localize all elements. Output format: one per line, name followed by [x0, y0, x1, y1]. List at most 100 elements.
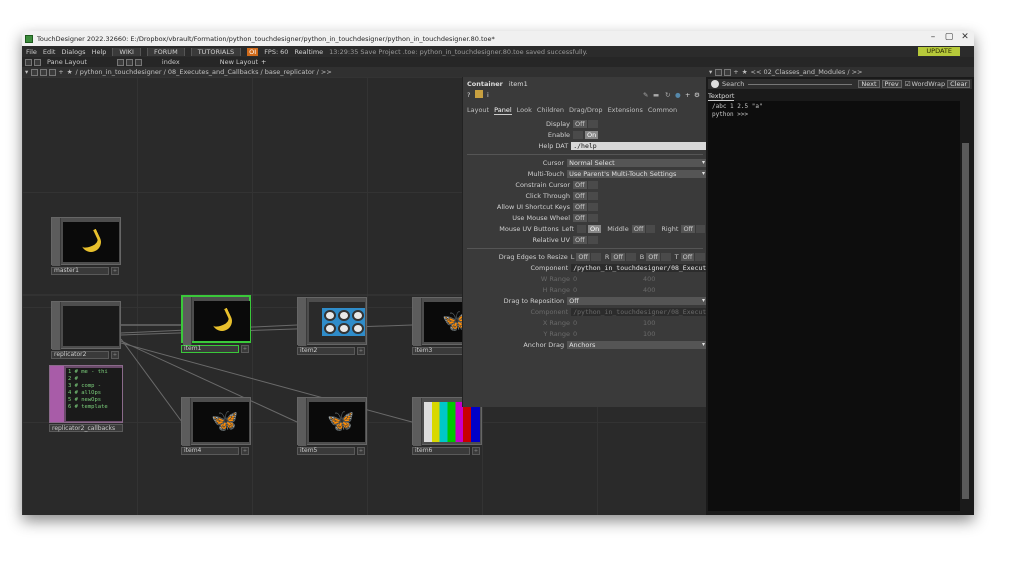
- textport-tab[interactable]: Textport: [708, 92, 735, 101]
- node-label[interactable]: master1: [51, 267, 109, 275]
- h-range-min[interactable]: 0: [573, 286, 643, 294]
- tab-look[interactable]: Look: [517, 106, 532, 115]
- node-flag-icon[interactable]: +: [111, 351, 119, 359]
- update-button[interactable]: UPDATE: [918, 47, 960, 56]
- node-flag-icon[interactable]: +: [111, 267, 119, 275]
- forum-button[interactable]: FORUM: [146, 47, 185, 56]
- viewer-icon[interactable]: [715, 68, 723, 76]
- prev-button[interactable]: Prev: [881, 80, 902, 88]
- cursor-menu[interactable]: Normal Select: [567, 158, 707, 167]
- node-flag-icon[interactable]: +: [241, 447, 249, 455]
- node-flag-icon[interactable]: +: [472, 447, 480, 455]
- add-layout-icon[interactable]: +: [261, 58, 266, 66]
- middle-uv-toggle[interactable]: Off: [631, 224, 646, 233]
- node-label[interactable]: item4: [181, 447, 239, 455]
- display-toggle[interactable]: Off: [573, 119, 587, 128]
- tab-children[interactable]: Children: [537, 106, 564, 115]
- op-icon[interactable]: [475, 90, 483, 98]
- enable-toggle[interactable]: On: [585, 130, 599, 139]
- tab-extensions[interactable]: Extensions: [608, 106, 643, 115]
- drag-edge-r-toggle[interactable]: Off: [611, 252, 625, 261]
- click-through-toggle[interactable]: Off: [573, 191, 587, 200]
- node-flag-icon[interactable]: +: [357, 447, 365, 455]
- maximize-button[interactable]: ▢: [942, 32, 956, 42]
- pane-layout-label[interactable]: Pane Layout: [47, 58, 87, 66]
- textport-scrollbar[interactable]: [962, 143, 969, 499]
- add-icon[interactable]: +: [685, 91, 690, 99]
- anchor-drag-menu[interactable]: Anchors: [567, 340, 707, 349]
- w-range-max[interactable]: 400: [643, 275, 655, 283]
- node-item2[interactable]: item2 +: [297, 297, 367, 355]
- add-icon[interactable]: +: [733, 68, 738, 76]
- node-master1[interactable]: master1 +: [51, 217, 121, 275]
- settings-icon[interactable]: ⚙: [694, 91, 700, 99]
- x-range-max[interactable]: 100: [643, 319, 655, 327]
- tab-drag-drop[interactable]: Drag/Drop: [569, 106, 603, 115]
- wordwrap-checkbox[interactable]: ☑: [905, 80, 911, 88]
- drag-edge-t-toggle[interactable]: Off: [680, 252, 695, 261]
- refresh-icon[interactable]: ↻: [665, 91, 670, 99]
- left-uv-toggle[interactable]: On: [588, 224, 602, 233]
- op-name[interactable]: item1: [509, 80, 528, 88]
- help-dat-field[interactable]: ./help: [571, 141, 707, 150]
- pane-menu-icon[interactable]: ▾: [709, 68, 712, 76]
- node-item1[interactable]: item1 +: [181, 295, 251, 353]
- pane-split-icon[interactable]: [25, 58, 32, 66]
- node-label[interactable]: item6: [412, 447, 470, 455]
- textport-output[interactable]: /abc 1 2.5 "a" python >>>: [708, 101, 960, 511]
- drag-edge-b-toggle[interactable]: Off: [646, 252, 660, 261]
- search-input[interactable]: [748, 83, 853, 85]
- minimize-button[interactable]: –: [926, 32, 940, 42]
- node-label[interactable]: replicator2_callbacks: [49, 424, 123, 432]
- tab-panel[interactable]: Panel: [494, 106, 512, 115]
- relative-uv-toggle[interactable]: Off: [573, 235, 587, 244]
- info-icon[interactable]: i: [487, 91, 489, 99]
- node-item5[interactable]: 🦋 item5 +: [297, 397, 367, 455]
- component2-field[interactable]: /python_in_touchdesigner/08_Executes: [571, 307, 707, 316]
- realtime-toggle[interactable]: Realtime: [294, 48, 323, 56]
- node-label[interactable]: item1: [181, 345, 239, 353]
- viewer-icon[interactable]: [31, 68, 39, 76]
- layout-slot-icon[interactable]: [134, 58, 142, 66]
- right-uv-toggle[interactable]: Off: [681, 224, 696, 233]
- add-icon[interactable]: +: [58, 68, 63, 76]
- layout-slot-icon[interactable]: [125, 58, 133, 66]
- node-replicator2[interactable]: replicator2 +: [51, 301, 121, 359]
- python-icon[interactable]: ●: [675, 91, 681, 99]
- allow-ui-toggle[interactable]: Off: [573, 202, 587, 211]
- x-range-min[interactable]: 0: [573, 319, 643, 327]
- comment-icon[interactable]: ▬: [653, 91, 659, 99]
- menu-dialogs[interactable]: Dialogs: [61, 48, 85, 56]
- back-icon[interactable]: [40, 68, 48, 76]
- y-range-min[interactable]: 0: [573, 330, 643, 338]
- bookmark-icon[interactable]: ★: [742, 68, 748, 76]
- node-item4[interactable]: 🦋 item4 +: [181, 397, 251, 455]
- h-range-max[interactable]: 400: [643, 286, 655, 294]
- node-label[interactable]: item2: [297, 347, 355, 355]
- constrain-toggle[interactable]: Off: [573, 180, 587, 189]
- menu-file[interactable]: File: [26, 48, 37, 56]
- y-range-max[interactable]: 100: [643, 330, 655, 338]
- edit-icon[interactable]: ✎: [643, 91, 648, 99]
- help-icon[interactable]: ?: [467, 91, 470, 99]
- node-label[interactable]: item5: [297, 447, 355, 455]
- node-flag-icon[interactable]: +: [241, 345, 249, 353]
- oi-button[interactable]: OI: [247, 47, 259, 56]
- component-field[interactable]: /python_in_touchdesigner/08_Executes: [571, 263, 707, 272]
- index-label[interactable]: index: [162, 58, 180, 66]
- drag-reposition-menu[interactable]: Off: [567, 296, 707, 305]
- pane-layout-icon[interactable]: [34, 58, 41, 66]
- node-replicator2-callbacks[interactable]: 1 # me - thi 2 # 3 # comp - 4 # allOps 5…: [49, 365, 123, 423]
- drag-edge-l-toggle[interactable]: Off: [576, 252, 591, 261]
- menu-edit[interactable]: Edit: [43, 48, 56, 56]
- home-icon[interactable]: [49, 68, 57, 76]
- pane-menu-icon[interactable]: ▾: [25, 68, 28, 76]
- textport-network-path[interactable]: << 02_Classes_and_Modules / >>: [751, 68, 863, 76]
- menu-help[interactable]: Help: [92, 48, 107, 56]
- close-button[interactable]: ✕: [958, 32, 972, 42]
- clear-button[interactable]: Clear: [947, 80, 971, 88]
- bookmark-icon[interactable]: ★: [67, 68, 73, 76]
- wiki-button[interactable]: WIKI: [112, 47, 141, 56]
- node-label[interactable]: replicator2: [51, 351, 109, 359]
- tab-layout[interactable]: Layout: [467, 106, 489, 115]
